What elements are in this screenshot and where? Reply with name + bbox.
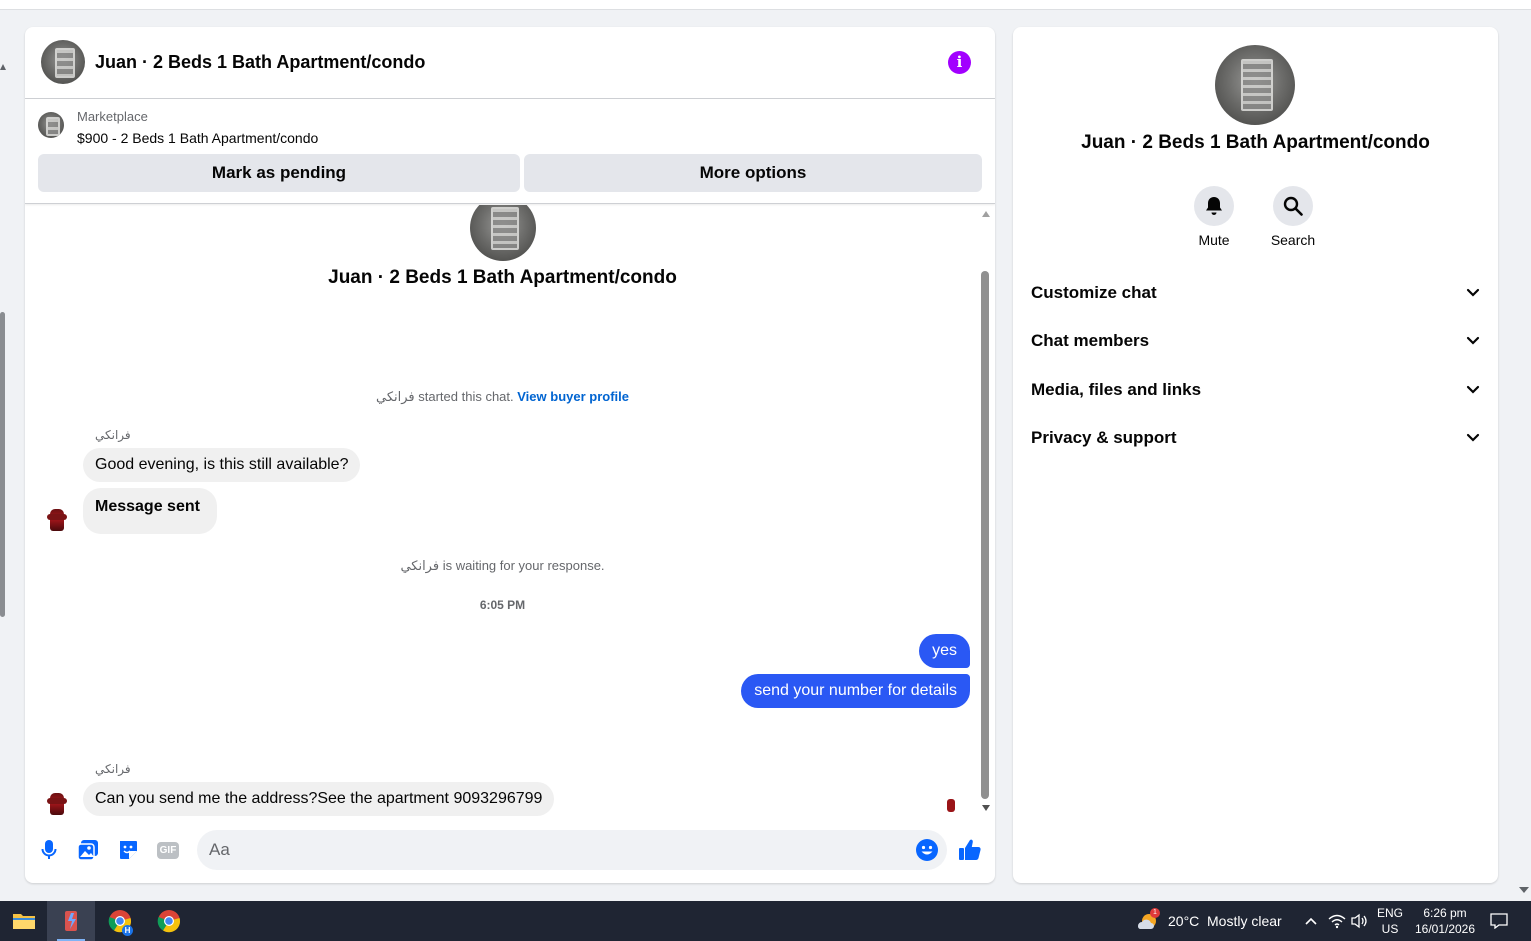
search-label: Search xyxy=(1270,232,1316,248)
sender-name: فرانكي xyxy=(95,762,131,776)
message-list[interactable]: Juan · 2 Beds 1 Bath Apartment/condo فرا… xyxy=(25,205,995,819)
weather-icon[interactable]: 1 xyxy=(1130,901,1164,941)
waiting-notice: فرانكي is waiting for your response. xyxy=(25,558,980,574)
started-text: started this chat. xyxy=(414,389,518,404)
message-bubble-outgoing[interactable]: send your number for details xyxy=(741,674,970,708)
chrome-profile-icon[interactable]: H xyxy=(96,901,144,941)
marketplace-listing-bar: Marketplace $900 - 2 Beds 1 Bath Apartme… xyxy=(25,99,995,204)
message-bubble-outgoing[interactable]: yes xyxy=(919,634,970,668)
mute-action[interactable]: Mute xyxy=(1179,186,1249,248)
language-indicator[interactable]: ENG US xyxy=(1374,905,1406,937)
notification-icon[interactable] xyxy=(1484,901,1514,941)
search-action[interactable]: Search xyxy=(1258,186,1328,248)
scroll-down-arrow[interactable] xyxy=(982,805,990,811)
chevron-up-icon[interactable] xyxy=(1298,901,1324,941)
sticker-icon[interactable] xyxy=(116,838,140,862)
seen-indicator-avatar xyxy=(943,797,959,813)
clock-date: 16/01/2026 xyxy=(1414,922,1476,936)
section-label: Chat members xyxy=(1031,331,1150,350)
file-explorer-icon[interactable] xyxy=(0,901,48,941)
conversation-avatar xyxy=(470,205,536,261)
chevron-down-icon xyxy=(1466,433,1480,442)
media-files-links-section[interactable]: Media, files and links xyxy=(1021,368,1490,412)
message-bubble-incoming[interactable]: Can you send me the address?See the apar… xyxy=(83,782,555,816)
language-code: ENG xyxy=(1376,906,1403,920)
message-composer: GIF xyxy=(25,819,995,883)
chevron-down-icon xyxy=(1466,336,1480,345)
buyer-name: فرانكي xyxy=(376,389,415,404)
clock[interactable]: 6:26 pm 16/01/2026 xyxy=(1409,905,1481,937)
view-buyer-profile-link[interactable]: View buyer profile xyxy=(517,389,629,404)
scroll-thumb[interactable] xyxy=(981,271,989,799)
listing-avatar[interactable] xyxy=(41,40,85,84)
conversation-title: Juan · 2 Beds 1 Bath Apartment/condo xyxy=(328,267,677,288)
mute-label: Mute xyxy=(1198,232,1230,248)
waiting-text: is waiting for your response. xyxy=(439,558,605,573)
chrome-icon[interactable] xyxy=(145,901,193,941)
windows-taskbar: H 1 20°C Mostly clear ENG US 6:26 pm 16/… xyxy=(0,901,1531,941)
page-scroll-up-arrow[interactable] xyxy=(0,64,6,70)
section-label: Media, files and links xyxy=(1031,380,1202,399)
chevron-down-icon xyxy=(1466,288,1480,297)
gif-label: GIF xyxy=(156,841,180,859)
page-scrollbar-thumb[interactable] xyxy=(0,312,5,617)
chat-members-section[interactable]: Chat members xyxy=(1021,319,1490,363)
marketplace-label: Marketplace xyxy=(77,109,148,124)
page-scroll-down-arrow[interactable] xyxy=(1519,887,1529,893)
info-icon[interactable]: i xyxy=(948,51,971,74)
scroll-up-arrow[interactable] xyxy=(982,211,990,217)
privacy-support-section[interactable]: Privacy & support xyxy=(1021,416,1490,460)
weather-temperature[interactable]: 20°C xyxy=(1168,913,1199,929)
listing-thumbnail[interactable] xyxy=(38,112,64,138)
details-avatar[interactable] xyxy=(1215,45,1295,125)
customize-chat-section[interactable]: Customize chat xyxy=(1021,271,1490,315)
section-label: Privacy & support xyxy=(1031,428,1177,447)
listing-title[interactable]: $900 - 2 Beds 1 Bath Apartment/condo xyxy=(77,130,318,146)
photo-icon[interactable] xyxy=(76,838,100,862)
message-bubble-incoming[interactable]: Good evening, is this still available? xyxy=(83,448,361,482)
time-separator: 6:05 PM xyxy=(479,598,526,612)
chat-panel: Juan · 2 Beds 1 Bath Apartment/condo i M… xyxy=(25,27,995,883)
bell-icon[interactable] xyxy=(1194,186,1234,226)
gif-icon[interactable]: GIF xyxy=(156,838,180,862)
weather-description[interactable]: Mostly clear xyxy=(1207,913,1282,929)
thumbs-up-icon[interactable] xyxy=(958,838,982,862)
weather-badge: 1 xyxy=(1150,908,1160,918)
chat-header: Juan · 2 Beds 1 Bath Apartment/condo i xyxy=(25,27,995,99)
sender-name: فرانكي xyxy=(95,428,131,442)
chevron-down-icon xyxy=(1466,385,1480,394)
region-code: US xyxy=(1381,922,1399,936)
buyer-avatar[interactable] xyxy=(43,505,71,533)
buyer-avatar[interactable] xyxy=(43,789,71,817)
wifi-icon[interactable] xyxy=(1325,901,1349,941)
emoji-icon[interactable] xyxy=(915,838,939,862)
clock-time: 6:26 pm xyxy=(1423,906,1467,920)
buyer-name: فرانكي xyxy=(400,558,440,573)
section-label: Customize chat xyxy=(1031,283,1157,302)
microphone-icon[interactable] xyxy=(37,838,61,862)
chrome-profile-badge: H xyxy=(122,925,133,936)
message-input[interactable] xyxy=(197,830,947,870)
mark-as-pending-button[interactable]: Mark as pending xyxy=(38,154,520,192)
search-icon[interactable] xyxy=(1273,186,1313,226)
chat-started-notice: فرانكي started this chat. View buyer pro… xyxy=(25,389,980,405)
chat-details-panel: Juan · 2 Beds 1 Bath Apartment/condo Mut… xyxy=(1013,27,1498,883)
browser-top-strip xyxy=(0,0,1531,10)
more-options-button[interactable]: More options xyxy=(524,154,982,192)
details-title: Juan · 2 Beds 1 Bath Apartment/condo xyxy=(1081,132,1430,153)
speaker-icon[interactable] xyxy=(1347,901,1371,941)
active-app-icon[interactable] xyxy=(47,901,95,941)
chat-scrollbar[interactable] xyxy=(980,207,992,819)
chat-title[interactable]: Juan · 2 Beds 1 Bath Apartment/condo xyxy=(95,52,425,73)
message-bubble-incoming[interactable]: Message sent xyxy=(83,488,217,534)
